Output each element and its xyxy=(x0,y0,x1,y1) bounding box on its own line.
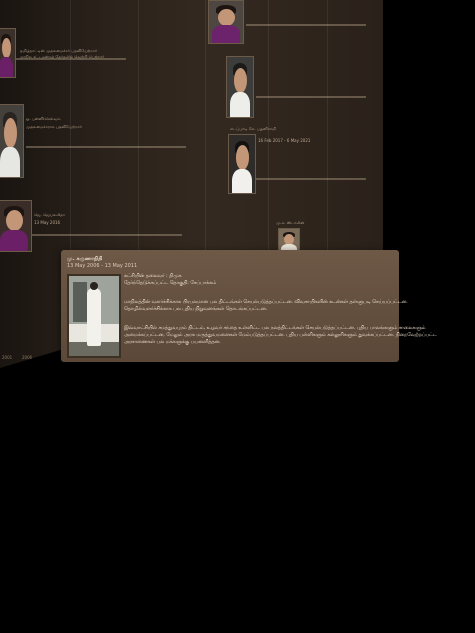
entry-text: மாநில சட்டமன்றத் தேர்தலில் வெற்றி பெற்றா… xyxy=(20,54,105,59)
entry-photo xyxy=(226,56,254,118)
entry-text: மு.க. ஸ்டாலின் xyxy=(276,220,305,225)
card-line: அரசாணைகள் பல மக்களுக்கு பயனளித்தன. xyxy=(124,340,221,345)
entry-text: ஜெ. ஜெயலலிதா xyxy=(34,212,65,217)
card-title: மு. கருணாநிதி xyxy=(67,256,103,262)
card-line: இவ்வாட்சியில் சமத்துவபுரம் திட்டம், உழவர… xyxy=(124,326,426,331)
entry-text: 13 May 2016 xyxy=(34,220,61,225)
timeline-bar xyxy=(256,178,366,180)
entry-photo xyxy=(0,200,32,252)
timeline-divider xyxy=(327,0,328,262)
axis-tick: 2001 xyxy=(2,355,13,360)
entry-text: 16 Feb 2017 - 6 May 2021 xyxy=(258,138,311,143)
entry-photo xyxy=(208,0,244,44)
axis-tick: 2011 xyxy=(42,355,53,360)
axis-tick: 2006 xyxy=(22,355,33,360)
timeline-bar xyxy=(32,234,182,236)
timeline-bar xyxy=(256,96,366,98)
card-line: அமைக்கப்பட்டன, மேலும் அரசு மருத்துவமனைகள… xyxy=(124,333,437,338)
entry-text: எடப்பாடி கே. பழனிசாமி xyxy=(230,126,276,131)
card-line: தொழில்வளர்ச்சிக்காக பல புதிய நிறுவனங்கள்… xyxy=(124,307,268,312)
timeline-bar xyxy=(246,24,366,26)
entry-photo xyxy=(228,134,256,194)
card-line: தேர்ந்தெடுக்கப்பட்ட தொகுதி: சேப்பாக்கம் xyxy=(124,281,217,286)
card-photo xyxy=(67,274,121,358)
entry-photo xyxy=(0,104,24,178)
entry-photo xyxy=(0,28,16,78)
card-dates: 13 May 2006 - 13 May 2011 xyxy=(67,263,138,269)
card-line: கட்சியின் தலைவர் : திமுக xyxy=(124,274,182,279)
timeline-bar xyxy=(26,146,186,148)
info-card[interactable]: மு. கருணாநிதி 13 May 2006 - 13 May 2011 … xyxy=(61,250,437,362)
entry-text: முதலமைச்சராக பதவியேற்றார் xyxy=(26,124,82,129)
entry-text: ஓ. பன்னீர்செல்வம் xyxy=(26,116,61,121)
card-line: மாநிலத்தின் வளர்ச்சிக்காக பிரபலமான பல தி… xyxy=(124,300,408,305)
